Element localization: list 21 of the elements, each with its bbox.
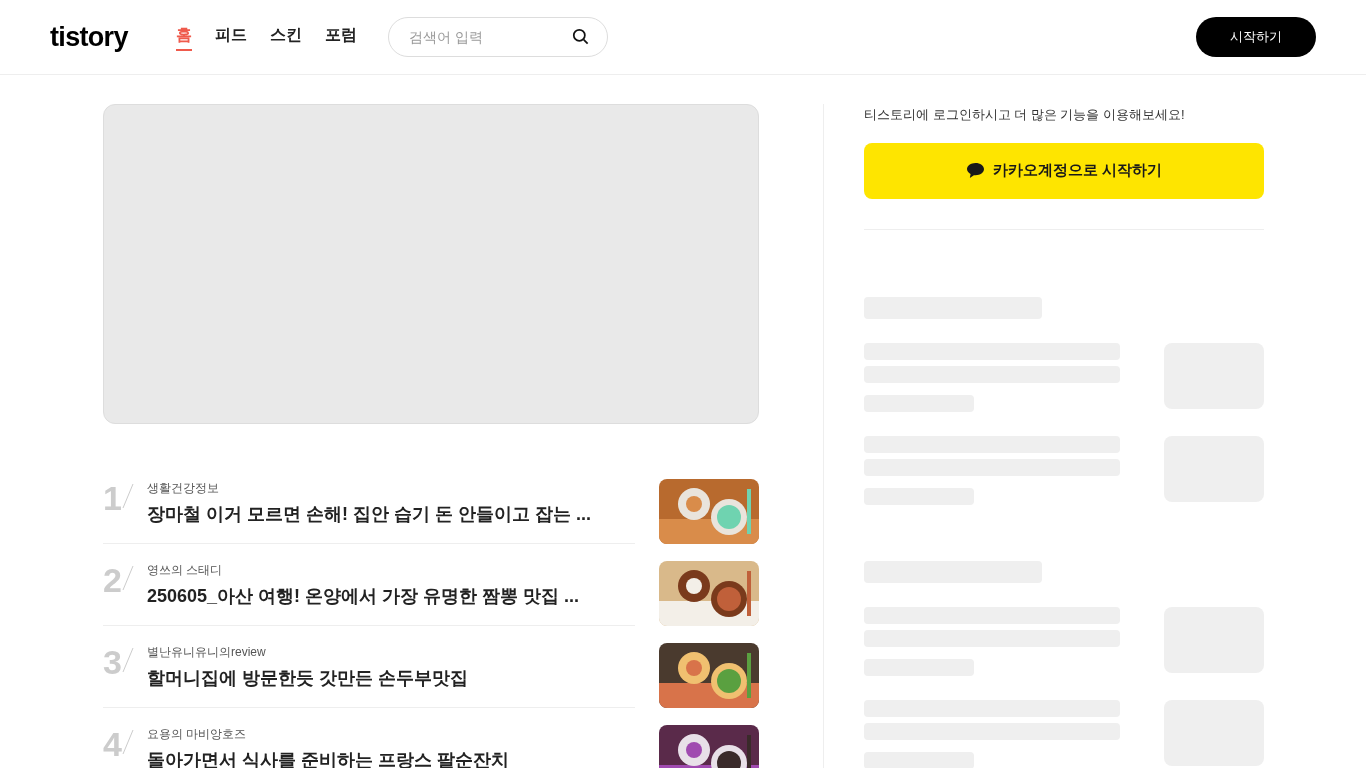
speech-bubble-icon <box>965 162 985 179</box>
search-field[interactable]: 검색어 입력 <box>387 17 608 57</box>
blog-name[interactable]: 별난유니유니의review <box>147 643 468 661</box>
slash-icon <box>121 565 134 591</box>
blog-name[interactable]: 영쓰의 스태디 <box>147 561 580 579</box>
post-title[interactable]: 250605_아산 여행! 온양에서 가장 유명한 짬뽕 맛집 ... <box>147 583 580 610</box>
nav-tab[interactable]: 피드 <box>214 23 247 51</box>
logo[interactable]: tistory <box>50 23 128 51</box>
post-title[interactable]: 할머니집에 방문한듯 갓만든 손두부맛집 <box>147 665 468 692</box>
post-title[interactable]: 장마철 이거 모르면 손해! 집안 습기 돈 안들이고 잡는 ... <box>147 501 591 528</box>
slash-icon <box>121 483 134 509</box>
login-prompt: 티스토리에 로그인하시고 더 많은 기능을 이용해보세요! <box>864 106 1186 124</box>
slash-icon <box>121 729 134 755</box>
start-button[interactable]: 시작하기 <box>1196 17 1316 57</box>
blog-name[interactable]: 요용의 마비앙호즈 <box>147 725 509 743</box>
nav-tab[interactable]: 포럼 <box>324 23 357 51</box>
slash-icon <box>121 647 134 673</box>
nav-tab[interactable]: 스킨 <box>269 23 302 51</box>
search-icon[interactable] <box>570 27 590 46</box>
blog-name[interactable]: 생활건강정보 <box>147 479 591 497</box>
kakao-login-button[interactable]: 카카오계정으로 시작하기 <box>864 142 1264 199</box>
